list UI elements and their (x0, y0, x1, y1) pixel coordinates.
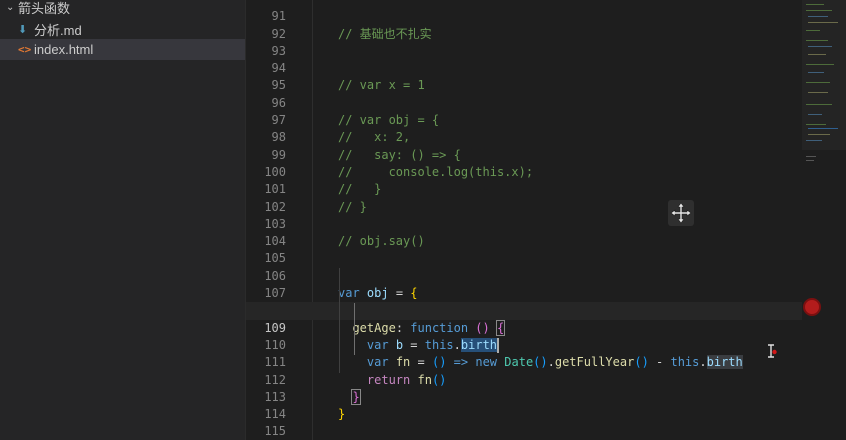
vscode-window: ⌄ 箭头函数 ⬇ 分析.md <> index.html 91 // 基础也不扎… (0, 0, 846, 440)
code-line[interactable]: 116 (246, 423, 846, 440)
chevron-down-icon: ⌄ (6, 2, 15, 13)
code-line[interactable]: 96 // var obj = { (246, 77, 846, 127)
code-line[interactable]: 108 getAge: function () { (246, 285, 846, 336)
file-label: 分析.md (34, 23, 82, 38)
code-line[interactable]: 100 // } (246, 147, 846, 196)
code-line[interactable]: 104 (246, 216, 846, 248)
code-editor[interactable]: 91 // 基础也不扎实 92 93 94 // var x = 1 95 96… (246, 0, 846, 440)
minimap-line (808, 114, 822, 115)
minimap-line (808, 46, 832, 47)
minimap-line (808, 92, 828, 93)
minimap-line (806, 82, 830, 83)
indent-guide (339, 268, 340, 373)
code-line[interactable]: 105 (246, 233, 846, 265)
code-line[interactable]: 101 // } (246, 164, 846, 213)
minimap-line (806, 40, 828, 41)
file-label: index.html (34, 42, 94, 57)
minimap-line (806, 156, 816, 157)
code-line[interactable]: 94 // var x = 1 (246, 43, 846, 92)
text-cursor-icon (765, 343, 781, 359)
minimap-line (808, 72, 824, 73)
code-line[interactable]: 92 (246, 8, 846, 41)
code-line[interactable]: 110 var fn = () => new Date().getFullYea… (246, 320, 846, 370)
minimap-line (806, 10, 832, 11)
code-line-current[interactable]: 109 var b = this.birth (246, 302, 846, 353)
minimap[interactable] (802, 0, 846, 440)
html-icon: <> (18, 43, 32, 56)
minimap-line (808, 54, 826, 55)
minimap-line (808, 128, 838, 129)
code-line[interactable]: 91 // 基础也不扎实 (246, 0, 846, 40)
code-line[interactable]: 111 return fn() (246, 337, 846, 386)
code-line[interactable]: 93 (246, 26, 846, 58)
code-line[interactable]: 112 } (246, 354, 846, 405)
minimap-line (808, 134, 830, 135)
minimap-line (806, 104, 832, 105)
file-index-html[interactable]: <> index.html (0, 39, 245, 60)
markdown-icon: ⬇ (18, 24, 28, 36)
code-line[interactable]: 106 var obj = { (246, 250, 846, 300)
file-analysis-md[interactable]: ⬇ 分析.md (0, 19, 245, 40)
minimap-line (808, 22, 838, 23)
code-line[interactable]: 95 (246, 60, 846, 92)
code-line[interactable]: 99 // console.log(this.x); (246, 129, 846, 179)
code-line[interactable]: 97 // x: 2, (246, 95, 846, 144)
minimap-line (806, 160, 814, 161)
minimap-line (808, 16, 828, 17)
minimap-line (806, 140, 822, 141)
minimap-line (806, 64, 834, 65)
code-line[interactable]: 113 } (246, 372, 846, 421)
indent-guide-active (354, 303, 355, 355)
code-line[interactable]: 115 console.log(obj.getAge()); (246, 406, 846, 438)
code-line[interactable]: 98 // say: () => { (246, 112, 846, 161)
code-line[interactable]: 114 (246, 389, 846, 421)
explorer-sidebar: ⌄ 箭头函数 ⬇ 分析.md <> index.html (0, 0, 246, 440)
folder-arrow-functions[interactable]: ⌄ 箭头函数 (0, 0, 245, 18)
minimap-line (806, 4, 824, 5)
click-indicator-icon (803, 298, 821, 316)
minimap-line (806, 30, 820, 31)
code-line[interactable]: 102 (246, 181, 846, 214)
minimap-line (806, 124, 826, 125)
code-line[interactable]: 107 birth: 1999, (246, 268, 846, 318)
code-lines[interactable]: 91 // 基础也不扎实 92 93 94 // var x = 1 95 96… (246, 0, 846, 440)
code-line[interactable]: 103 // obj.say() (246, 199, 846, 248)
move-cursor-icon (668, 200, 694, 226)
folder-label: 箭头函数 (18, 1, 71, 16)
